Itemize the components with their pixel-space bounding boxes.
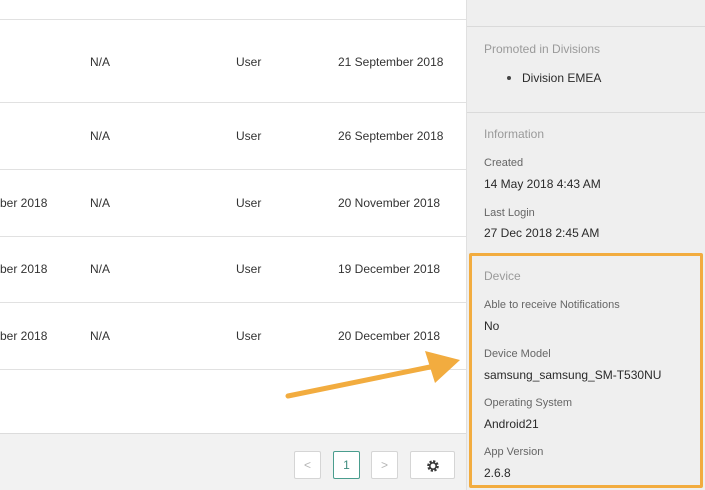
- role-cell: User: [236, 129, 262, 143]
- device-model-value: samsung_samsung_SM-T530NU: [484, 368, 662, 382]
- operating-system-label: Operating System: [484, 397, 573, 409]
- role-cell: User: [236, 262, 262, 276]
- last-login-label: Last Login: [484, 207, 535, 219]
- page-1-button[interactable]: 1: [333, 451, 360, 479]
- date-cell: 20 November 2018: [338, 196, 441, 210]
- device-heading: Device: [484, 269, 521, 283]
- date-cell: 19 December 2018: [338, 262, 441, 276]
- row-divider: [0, 169, 466, 170]
- date-cell: ber 2018: [0, 329, 48, 343]
- role-cell: User: [236, 55, 262, 69]
- status-cell: N/A: [90, 55, 111, 69]
- bullet-icon: [507, 76, 511, 80]
- last-login-value: 27 Dec 2018 2:45 AM: [484, 226, 600, 240]
- status-cell: N/A: [90, 129, 111, 143]
- row-divider: [0, 102, 466, 103]
- role-cell: User: [236, 329, 262, 343]
- role-cell: User: [236, 196, 262, 210]
- row-divider: [0, 236, 466, 237]
- users-table: N/A User 21 September 2018 N/A User 26 S…: [0, 0, 466, 490]
- status-cell: N/A: [90, 329, 111, 343]
- notifications-value: No: [484, 319, 500, 333]
- division-item: Division EMEA: [522, 71, 602, 85]
- date-cell: ber 2018: [0, 196, 48, 210]
- next-page-button[interactable]: >: [371, 451, 398, 479]
- promoted-heading: Promoted in Divisions: [484, 42, 601, 56]
- section-divider: [467, 26, 705, 27]
- table-settings-button[interactable]: [410, 451, 455, 479]
- row-divider: [0, 302, 466, 303]
- gear-icon: [427, 460, 439, 472]
- created-value: 14 May 2018 4:43 AM: [484, 177, 601, 191]
- user-details-panel: Promoted in Divisions Division EMEA Info…: [466, 0, 705, 490]
- status-cell: N/A: [90, 262, 111, 276]
- app-version-value: 2.6.8: [484, 466, 511, 480]
- row-divider: [0, 19, 466, 20]
- information-heading: Information: [484, 127, 545, 141]
- date-cell: 21 September 2018: [338, 55, 444, 69]
- status-cell: N/A: [90, 196, 111, 210]
- prev-page-button[interactable]: <: [294, 451, 321, 479]
- section-divider: [467, 112, 705, 113]
- created-label: Created: [484, 157, 524, 169]
- notifications-label: Able to receive Notifications: [484, 299, 620, 311]
- device-model-label: Device Model: [484, 348, 551, 360]
- date-cell: ber 2018: [0, 262, 48, 276]
- app-version-label: App Version: [484, 446, 544, 458]
- date-cell: 26 September 2018: [338, 129, 444, 143]
- annotation-arrow-icon: [285, 351, 460, 399]
- operating-system-value: Android21: [484, 417, 539, 431]
